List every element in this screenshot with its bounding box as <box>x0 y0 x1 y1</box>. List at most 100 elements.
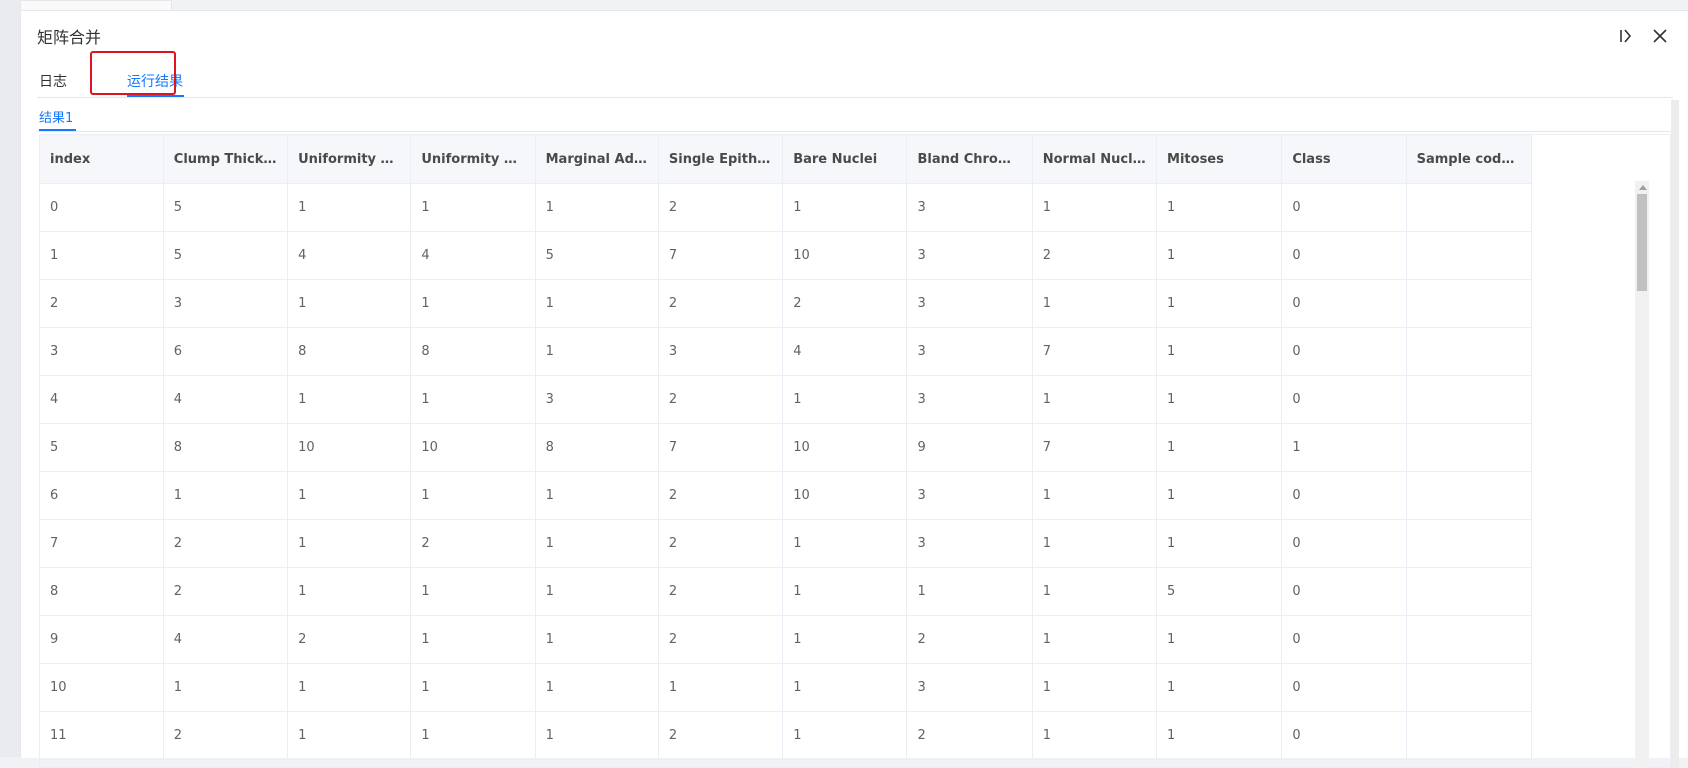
column-header[interactable]: Single Epitheli... <box>658 135 784 184</box>
table-cell: 0 <box>1281 711 1407 760</box>
table-cell: 5 <box>1156 567 1283 616</box>
table-row: 10 1 1 1 1 1 1 3 1 1 0 <box>40 663 1533 712</box>
table-cell: 1 <box>1156 519 1283 568</box>
table-cell: 1 <box>1156 711 1283 760</box>
table-cell: 1 <box>163 471 289 520</box>
table-cell: 10 <box>40 663 164 712</box>
table-row: 05111213110 <box>40 183 1533 232</box>
table-cell: 1 <box>1032 375 1158 424</box>
table-cell: 1 <box>782 663 908 712</box>
column-header[interactable]: Bare Nuclei <box>782 135 908 184</box>
table-row: 1 5 4 4 5 7 10 3 2 1 0 <box>40 231 1533 280</box>
table-cell: 1 <box>535 327 659 376</box>
column-header[interactable]: Marginal Adhe... <box>535 135 659 184</box>
table-cell: 4 <box>782 327 908 376</box>
column-header[interactable]: Uniformity of ... <box>287 135 412 184</box>
column-header[interactable]: Sample code n... <box>1406 135 1533 184</box>
column-header[interactable]: Bland Chromatin <box>906 135 1033 184</box>
panel-scrollbar[interactable] <box>1671 100 1679 768</box>
table-cell: 3 <box>906 327 1033 376</box>
table-cell: 7 <box>658 423 784 472</box>
table-cell <box>1406 183 1533 232</box>
table-cell: 6 <box>40 471 164 520</box>
table-cell: 2 <box>658 375 784 424</box>
table-cell: 1 <box>535 567 659 616</box>
table-cell <box>1406 615 1533 664</box>
table-cell: 1 <box>1156 231 1283 280</box>
table-cell: 8 <box>163 423 289 472</box>
column-header[interactable]: Uniformity of ... <box>410 135 536 184</box>
table-cell: 3 <box>906 471 1033 520</box>
table-cell: 1 <box>287 375 412 424</box>
table-cell: 1 <box>782 519 908 568</box>
table-row: 94211212110 <box>40 615 1533 664</box>
matrix-merge-panel: 矩阵合并 日志 运行结果 结果1 index Clump Thickness Uni <box>20 10 1688 768</box>
table-cell: 1 <box>535 615 659 664</box>
table-cell: 0 <box>1281 519 1407 568</box>
table-cell: 1 <box>1156 663 1283 712</box>
table-cell: 8 <box>287 327 412 376</box>
table-cell: 7 <box>658 231 784 280</box>
table-cell: 3 <box>163 279 289 328</box>
scroll-up-arrow-icon[interactable] <box>1639 185 1647 190</box>
close-icon[interactable] <box>1651 27 1669 45</box>
table-row: 6 1 1 1 1 2 10 3 1 1 0 <box>40 471 1533 520</box>
table-cell: 1 <box>906 567 1033 616</box>
table-cell: 1 <box>782 711 908 760</box>
table-cell: 1 <box>287 279 412 328</box>
table-cell: 1 <box>40 231 164 280</box>
table-cell: 0 <box>1281 375 1407 424</box>
table-cell: 5 <box>535 231 659 280</box>
column-header[interactable]: Clump Thickness <box>163 135 289 184</box>
table-cell: 2 <box>163 519 289 568</box>
column-header[interactable]: index <box>40 135 164 184</box>
table-cell: 2 <box>658 519 784 568</box>
column-header[interactable]: Class <box>1281 135 1407 184</box>
table-cell: 1 <box>1032 615 1158 664</box>
subtab-result-1[interactable]: 结果1 <box>39 107 73 126</box>
table-cell: 2 <box>658 279 784 328</box>
table-cell: 1 <box>535 519 659 568</box>
table-cell: 1 <box>163 663 289 712</box>
table-row: 36881343710 <box>40 327 1533 376</box>
table-cell: 1 <box>782 567 908 616</box>
table-cell: 3 <box>658 327 784 376</box>
table-cell: 10 <box>782 231 908 280</box>
table-cell: 1 <box>535 279 659 328</box>
header-actions <box>1617 27 1669 45</box>
table-cell: 2 <box>782 279 908 328</box>
table-cell <box>1406 567 1533 616</box>
table-row: 82111211150 <box>40 567 1533 616</box>
table-cell: 1 <box>1156 279 1283 328</box>
table-cell: 4 <box>163 615 289 664</box>
column-header[interactable]: Normal Nucleoli <box>1032 135 1158 184</box>
table-cell: 2 <box>40 279 164 328</box>
table-cell: 4 <box>287 231 412 280</box>
table-cell: 2 <box>163 711 289 760</box>
table-cell: 1 <box>1156 183 1283 232</box>
table-header-row: index Clump Thickness Uniformity of ... Uni… <box>40 135 1533 184</box>
table-cell: 10 <box>782 471 908 520</box>
tab-log[interactable]: 日志 <box>39 71 67 91</box>
table-cell: 0 <box>1281 231 1407 280</box>
table-cell: 1 <box>287 471 412 520</box>
scrollbar-thumb[interactable] <box>1637 194 1647 291</box>
table-cell: 1 <box>287 519 412 568</box>
table-cell: 1 <box>1032 471 1158 520</box>
column-header[interactable]: Mitoses <box>1156 135 1283 184</box>
table-cell: 1 <box>535 183 659 232</box>
table-cell: 9 <box>40 615 164 664</box>
table-cell: 2 <box>906 615 1033 664</box>
table-cell: 0 <box>1281 615 1407 664</box>
result-table-container: index Clump Thickness Uniformity of ... Uni… <box>39 134 1671 768</box>
table-cell: 2 <box>1032 231 1158 280</box>
table-cell: 1 <box>287 183 412 232</box>
panel-toggle-icon[interactable] <box>1617 27 1635 45</box>
table-cell <box>1406 231 1533 280</box>
table-cell: 4 <box>410 231 536 280</box>
table-cell: 8 <box>535 423 659 472</box>
table-cell: 0 <box>1281 663 1407 712</box>
table-cell: 4 <box>163 375 289 424</box>
table-cell: 8 <box>410 327 536 376</box>
background-sidebar <box>0 0 20 757</box>
